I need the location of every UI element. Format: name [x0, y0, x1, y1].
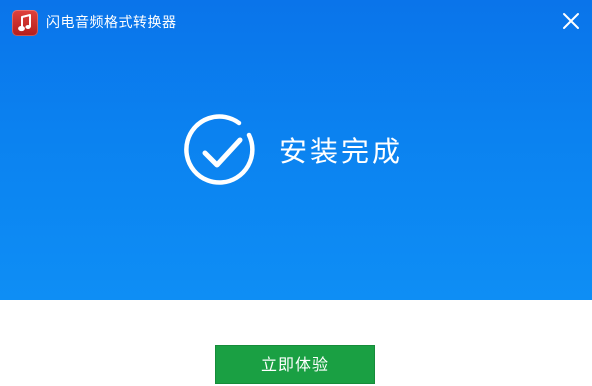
title-bar: 闪电音频格式转换器: [0, 0, 592, 44]
status-text: 安装完成: [279, 135, 404, 168]
music-note-icon: [12, 10, 38, 36]
installer-window: 闪电音频格式转换器 安装完成 立即体验: [0, 0, 592, 386]
start-now-button[interactable]: 立即体验: [215, 345, 375, 384]
close-button[interactable]: [560, 10, 582, 32]
check-circle-icon: [184, 114, 255, 185]
install-status: 安装完成: [183, 113, 423, 191]
close-icon: [563, 13, 579, 29]
window-title: 闪电音频格式转换器: [46, 15, 177, 31]
